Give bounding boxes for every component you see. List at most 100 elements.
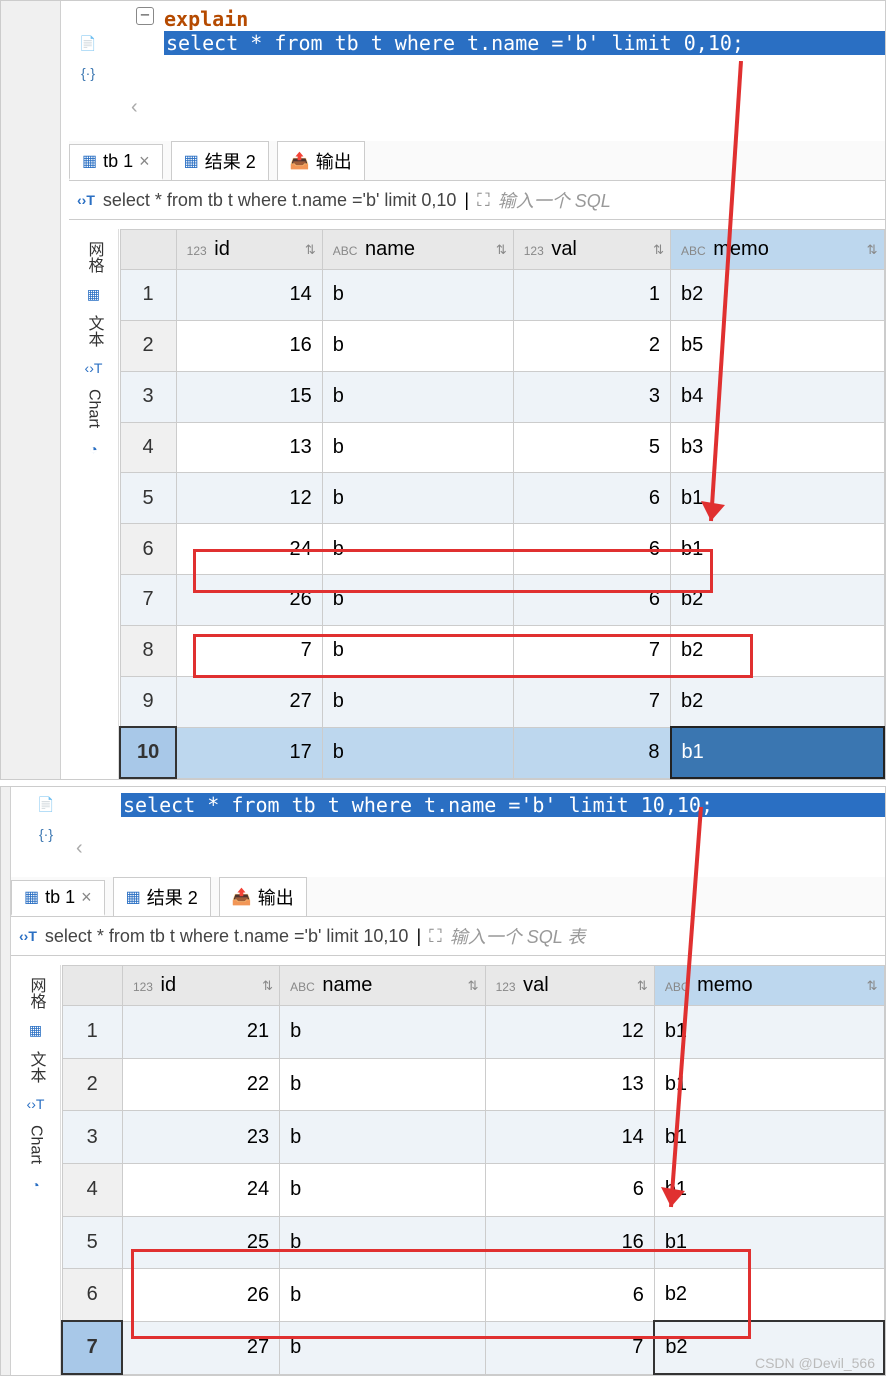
filter-sort-icon[interactable]: ⇅ (468, 978, 479, 994)
cell-name[interactable]: b (322, 270, 513, 321)
vtab-grid[interactable]: 网格 (20, 969, 52, 1017)
row-number[interactable]: 6 (62, 1269, 122, 1322)
cell-id[interactable]: 23 (122, 1111, 279, 1164)
cell-name[interactable]: b (322, 727, 513, 778)
vtab-grid[interactable]: 网格 (78, 233, 110, 281)
cell-memo[interactable]: b1 (654, 1111, 884, 1164)
cell-id[interactable]: 21 (122, 1006, 279, 1059)
col-name[interactable]: ABC name⇅ (322, 230, 513, 270)
cell-val[interactable]: 3 (513, 371, 670, 422)
table-row[interactable]: 10 17 b 8 b1 (120, 727, 884, 778)
cell-id[interactable]: 27 (122, 1321, 279, 1374)
row-number[interactable]: 5 (120, 473, 176, 524)
col-id[interactable]: 123 id⇅ (176, 230, 322, 270)
cell-memo[interactable]: b1 (654, 1216, 884, 1269)
row-number[interactable]: 3 (120, 371, 176, 422)
cell-val[interactable]: 7 (513, 625, 670, 676)
cell-memo[interactable]: b1 (654, 1006, 884, 1059)
back-chevron-icon[interactable]: ‹ (76, 837, 83, 860)
close-icon[interactable]: × (81, 887, 92, 908)
table-row[interactable]: 7 26 b 6 b2 (120, 575, 884, 626)
cell-name[interactable]: b (322, 320, 513, 371)
row-number[interactable]: 1 (62, 1006, 122, 1059)
row-number[interactable]: 5 (62, 1216, 122, 1269)
row-number[interactable]: 7 (62, 1321, 122, 1374)
cell-val[interactable]: 13 (485, 1058, 654, 1111)
cell-id[interactable]: 26 (122, 1269, 279, 1322)
cell-id[interactable]: 13 (176, 422, 322, 473)
cell-name[interactable]: b (322, 422, 513, 473)
cell-memo[interactable]: b1 (654, 1058, 884, 1111)
cell-val[interactable]: 6 (513, 575, 670, 626)
table-row[interactable]: 1 21 b 12 b1 (62, 1006, 884, 1059)
filter-sort-icon[interactable]: ⇅ (305, 242, 316, 258)
cell-id[interactable]: 26 (176, 575, 322, 626)
cell-val[interactable]: 5 (513, 422, 670, 473)
cell-id[interactable]: 17 (176, 727, 322, 778)
cell-val[interactable]: 14 (485, 1111, 654, 1164)
table-row[interactable]: 1 14 b 1 b2 (120, 270, 884, 321)
cell-name[interactable]: b (322, 473, 513, 524)
cell-name[interactable]: b (280, 1216, 486, 1269)
filter-sort-icon[interactable]: ⇅ (262, 978, 273, 994)
cell-name[interactable]: b (322, 524, 513, 575)
filter-sort-icon[interactable]: ⇅ (653, 242, 664, 258)
table-row[interactable]: 9 27 b 7 b2 (120, 676, 884, 727)
cell-val[interactable]: 1 (513, 270, 670, 321)
row-number[interactable]: 9 (120, 676, 176, 727)
sql-edit-icon[interactable]: ‹›T (77, 192, 95, 208)
col-memo[interactable]: ABC memo⇅ (654, 966, 884, 1006)
table-row[interactable]: 4 24 b 6 b1 (62, 1163, 884, 1216)
cell-val[interactable]: 16 (485, 1216, 654, 1269)
sql-editor[interactable]: − explain select * from tb t where t.nam… (116, 1, 885, 55)
row-number[interactable]: 4 (120, 422, 176, 473)
cell-memo[interactable]: b5 (671, 320, 885, 371)
row-number[interactable]: 4 (62, 1163, 122, 1216)
cell-memo[interactable]: b2 (671, 270, 885, 321)
grid-view-icon[interactable]: ▦ (83, 283, 105, 305)
row-number[interactable]: 8 (120, 625, 176, 676)
sql-selected-line[interactable]: select * from tb t where t.name ='b' lim… (121, 793, 885, 817)
table-row[interactable]: 3 23 b 14 b1 (62, 1111, 884, 1164)
row-number[interactable]: 3 (62, 1111, 122, 1164)
cell-id[interactable]: 7 (176, 625, 322, 676)
cell-memo[interactable]: b2 (654, 1269, 884, 1322)
table-row[interactable]: 6 26 b 6 b2 (62, 1269, 884, 1322)
cell-id[interactable]: 15 (176, 371, 322, 422)
tab-tb1[interactable]: ▦ tb 1 × (69, 144, 163, 180)
cell-name[interactable]: b (280, 1006, 486, 1059)
filter-sort-icon[interactable]: ⇅ (867, 242, 878, 258)
filter-sort-icon[interactable]: ⇅ (496, 242, 507, 258)
table-row[interactable]: 2 22 b 13 b1 (62, 1058, 884, 1111)
cell-id[interactable]: 24 (122, 1163, 279, 1216)
col-val[interactable]: 123 val⇅ (513, 230, 670, 270)
cell-memo[interactable]: b1 (671, 524, 885, 575)
sql-selected-line[interactable]: select * from tb t where t.name ='b' lim… (164, 31, 885, 55)
vtab-text[interactable]: 文本 (78, 307, 110, 355)
chart-view-icon[interactable]: ◔ (25, 1174, 47, 1196)
cell-name[interactable]: b (280, 1321, 486, 1374)
col-memo[interactable]: ABC memo⇅ (671, 230, 885, 270)
cell-memo[interactable]: b2 (671, 676, 885, 727)
cell-id[interactable]: 14 (176, 270, 322, 321)
fold-minus-icon[interactable]: − (136, 7, 154, 25)
col-name[interactable]: ABC name⇅ (280, 966, 486, 1006)
cell-val[interactable]: 8 (513, 727, 670, 778)
sql-input-placeholder[interactable]: 输入一个 SQL (498, 187, 611, 213)
table-row[interactable]: 8 7 b 7 b2 (120, 625, 884, 676)
cell-val[interactable]: 6 (513, 524, 670, 575)
cell-id[interactable]: 24 (176, 524, 322, 575)
sql-input-placeholder[interactable]: 输入一个 SQL 表 (450, 923, 586, 949)
cell-memo[interactable]: b4 (671, 371, 885, 422)
cell-id[interactable]: 25 (122, 1216, 279, 1269)
col-val[interactable]: 123 val⇅ (485, 966, 654, 1006)
vtab-text[interactable]: 文本 (20, 1043, 52, 1091)
cell-val[interactable]: 6 (485, 1163, 654, 1216)
chart-view-icon[interactable]: ◔ (83, 438, 105, 460)
table-row[interactable]: 5 25 b 16 b1 (62, 1216, 884, 1269)
table-row[interactable]: 5 12 b 6 b1 (120, 473, 884, 524)
cell-memo[interactable]: b2 (671, 625, 885, 676)
sql-editor[interactable]: select * from tb t where t.name ='b' lim… (61, 787, 885, 817)
table-row[interactable]: 6 24 b 6 b1 (120, 524, 884, 575)
vtab-chart[interactable]: Chart (81, 381, 107, 436)
